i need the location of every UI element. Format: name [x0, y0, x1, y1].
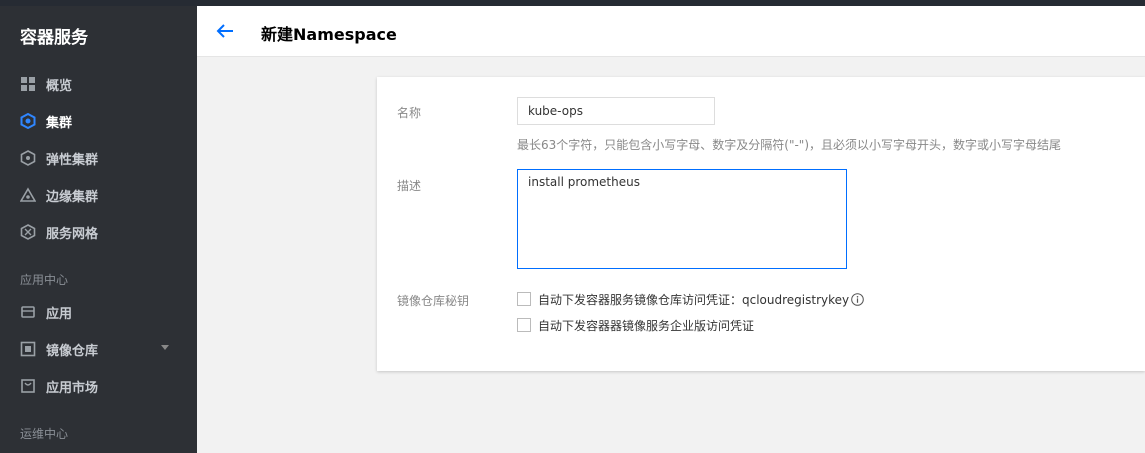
app-icon	[20, 304, 36, 320]
market-icon	[20, 378, 36, 394]
back-arrow-icon[interactable]	[215, 22, 235, 40]
checkbox-row-registry-key[interactable]: 自动下发容器服务镜像仓库访问凭证：qcloudregistrykey	[517, 290, 864, 308]
grid-icon	[20, 76, 36, 92]
name-hint: 最长63个字符，只能包含小写字母、数字及分隔符("-")，且必须以小写字母开头，…	[517, 138, 1062, 152]
mesh-icon	[20, 224, 36, 240]
description-textarea[interactable]: install prometheus	[517, 169, 847, 269]
info-icon[interactable]	[851, 292, 864, 306]
section-app-center: 应用中心	[20, 273, 69, 287]
checkbox-row-enterprise[interactable]: 自动下发容器器镜像服务企业版访问凭证	[517, 316, 754, 334]
sidebar-item-edge-cluster[interactable]: 边缘集群	[0, 177, 197, 213]
elastic-icon	[20, 150, 36, 166]
sidebar-item-image-repo[interactable]: 镜像仓库	[0, 331, 197, 367]
sidebar: 容器服务 概览 集群 弹性集群 边缘集群 服务网格 应用中心 应用 镜像仓库 应…	[0, 6, 197, 453]
registry-key-checkbox-label: 自动下发容器服务镜像仓库访问凭证：qcloudregistrykey	[538, 292, 850, 307]
page-header: 新建Namespace	[197, 6, 1145, 57]
section-ops-center: 运维中心	[20, 427, 69, 441]
registry-key-checkbox[interactable]	[517, 292, 531, 306]
sidebar-item-app-market[interactable]: 应用市场	[0, 368, 197, 404]
cluster-icon	[20, 113, 36, 129]
sidebar-item-label: 镜像仓库	[46, 343, 99, 359]
sidebar-item-label: 应用	[46, 306, 73, 322]
name-label: 名称	[397, 106, 422, 120]
sidebar-item-app[interactable]: 应用	[0, 294, 197, 330]
enterprise-credential-checkbox-label: 自动下发容器器镜像服务企业版访问凭证	[538, 318, 755, 333]
image-secret-label: 镜像仓库秘钥	[397, 294, 470, 308]
sidebar-item-label: 服务网格	[46, 226, 99, 242]
sidebar-item-label: 概览	[46, 78, 73, 94]
sidebar-item-label: 弹性集群	[46, 152, 99, 168]
name-input[interactable]	[517, 97, 715, 125]
sidebar-item-overview[interactable]: 概览	[0, 66, 197, 102]
enterprise-credential-checkbox[interactable]	[517, 318, 531, 332]
form-card: 名称 最长63个字符，只能包含小写字母、数字及分隔符("-")，且必须以小写字母…	[377, 77, 1145, 371]
sidebar-item-label: 边缘集群	[46, 189, 99, 205]
edge-icon	[20, 187, 36, 203]
image-repo-icon	[20, 341, 36, 357]
sidebar-item-cluster[interactable]: 集群	[0, 103, 197, 139]
sidebar-item-label: 应用市场	[46, 380, 99, 396]
description-label: 描述	[397, 179, 422, 193]
brand-title: 容器服务	[20, 28, 88, 48]
sidebar-item-label: 集群	[46, 115, 73, 131]
chevron-down-icon[interactable]	[161, 345, 169, 350]
sidebar-item-elastic-cluster[interactable]: 弹性集群	[0, 140, 197, 176]
page-title: 新建Namespace	[261, 25, 397, 44]
sidebar-item-service-mesh[interactable]: 服务网格	[0, 214, 197, 250]
